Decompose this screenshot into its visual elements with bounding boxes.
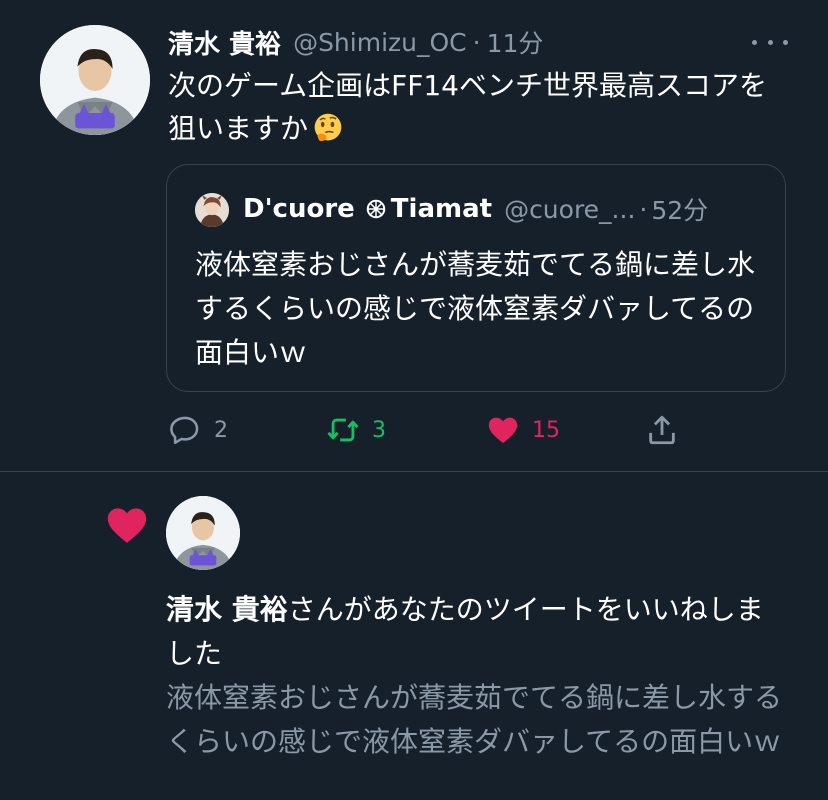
retweet-button[interactable]: 3 — [326, 408, 386, 452]
reply-button[interactable]: 2 — [168, 408, 228, 452]
author-avatar[interactable] — [40, 25, 150, 135]
flower-symbol-icon — [366, 199, 386, 219]
liker-avatar[interactable] — [166, 496, 240, 570]
notification-text: 清水 貴裕さんがあなたのツイートをいいねしました — [166, 588, 786, 676]
quote-author-name-suffix[interactable]: Tiamat — [391, 194, 492, 224]
more-options-icon[interactable] — [752, 30, 788, 54]
quote-author-handle[interactable]: @cuore_... — [504, 195, 635, 224]
separator-dot: · — [639, 194, 648, 224]
like-notification[interactable]: 清水 貴裕さんがあなたのツイートをいいねしました 液体窒素おじさんが蕎麦茹でてる… — [0, 472, 828, 800]
reply-count: 2 — [214, 417, 228, 443]
quoted-tweet[interactable]: D'cuore Tiamat @cuore_... · 52分 液体窒素おじさん… — [166, 164, 786, 392]
separator-dot: · — [472, 27, 481, 57]
quote-timestamp[interactable]: 52分 — [651, 191, 708, 227]
tweet[interactable]: 清水 貴裕 @Shimizu_OC · 11分 次のゲーム企画はFF14ベンチ世… — [0, 0, 828, 472]
retweet-count: 3 — [372, 417, 386, 443]
heart-notification-icon — [107, 508, 147, 543]
tweet-text-block: 次のゲーム企画はFF14ベンチ世界最高スコアを狙いますか — [168, 64, 788, 150]
heart-filled-icon — [488, 417, 518, 444]
tweet-actions: 2 3 15 — [0, 408, 828, 452]
like-count: 15 — [532, 417, 560, 443]
share-button[interactable] — [645, 408, 679, 452]
thinking-face-emoji — [314, 113, 342, 142]
share-icon — [649, 415, 675, 445]
reply-icon — [170, 416, 199, 445]
like-button[interactable]: 15 — [486, 408, 560, 452]
tweet-text: 次のゲーム企画はFF14ベンチ世界最高スコアを狙いますか — [168, 69, 768, 145]
tweet-timestamp[interactable]: 11分 — [487, 24, 544, 60]
author-name[interactable]: 清水 貴裕 — [168, 24, 281, 61]
quote-author-name[interactable]: D'cuore — [243, 194, 355, 224]
quote-text: 液体窒素おじさんが蕎麦茹でてる鍋に差し水するくらいの感じで液体窒素ダバァしてるの… — [195, 248, 756, 369]
author-handle[interactable]: @Shimizu_OC — [293, 28, 467, 57]
quote-author-avatar[interactable] — [195, 193, 229, 227]
retweet-icon — [327, 418, 359, 442]
liker-name[interactable]: 清水 貴裕 — [166, 593, 288, 626]
liked-tweet-text: 液体窒素おじさんが蕎麦茹でてる鍋に差し水するくらいの感じで液体窒素ダバァしてるの… — [166, 681, 783, 758]
